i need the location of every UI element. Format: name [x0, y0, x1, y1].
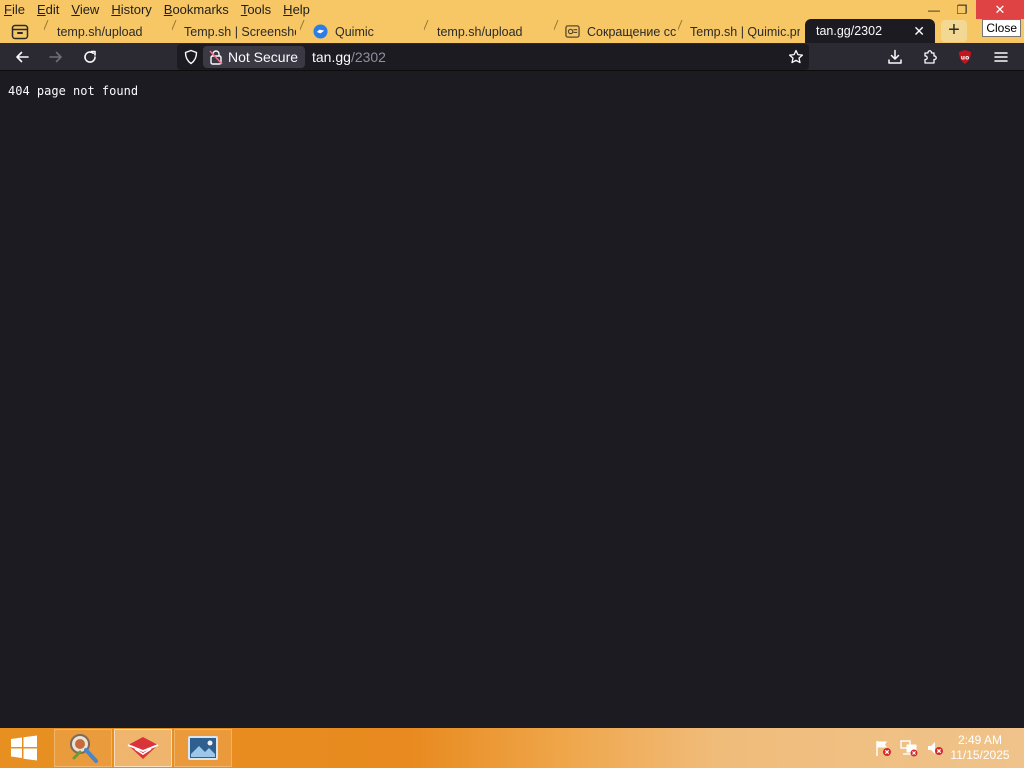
not-secure-indicator[interactable]: Not Secure: [203, 46, 306, 68]
photo-viewer-icon: [188, 736, 218, 760]
tab-title: Quimic: [335, 24, 374, 39]
url-bar[interactable]: Not Secure tan.gg/2302: [177, 44, 809, 70]
taskbar-app-2[interactable]: [114, 729, 172, 767]
tab-title: Сокращение сс: [587, 24, 676, 39]
tracking-protection-button[interactable]: [181, 47, 201, 67]
shield-icon: [184, 49, 198, 65]
tab-list-button[interactable]: [7, 21, 33, 43]
app-menu-button[interactable]: [988, 45, 1014, 69]
menu-help[interactable]: Help: [283, 0, 310, 19]
magnifier-tool-icon: [70, 734, 98, 763]
taskbar: 2:49 AM 11/15/2025: [0, 728, 1024, 768]
tab-title: temp.sh/upload: [57, 24, 143, 39]
shortener-icon: [564, 24, 580, 40]
close-tooltip: Close: [982, 19, 1021, 37]
insecure-lock-icon: [209, 49, 223, 65]
menu-tools[interactable]: Tools: [241, 0, 271, 19]
navigation-toolbar: Not Secure tan.gg/2302 uo: [0, 43, 1024, 71]
page-content: 404 page not found: [0, 72, 1024, 728]
menu-file[interactable]: File: [4, 0, 25, 19]
security-label: Not Secure: [228, 49, 299, 65]
menu-edit[interactable]: Edit: [37, 0, 59, 19]
tab-2[interactable]: Temp.sh | Screensho: [172, 20, 296, 43]
tab-6[interactable]: Temp.sh | Quimic.pr: [678, 20, 800, 43]
tab-title: temp.sh/upload: [437, 24, 523, 39]
menu-bookmarks[interactable]: Bookmarks: [164, 0, 229, 19]
minimize-button[interactable]: —: [920, 0, 948, 19]
title-bar: File Edit View History Bookmarks Tools H…: [0, 0, 1024, 43]
tab-title: tan.gg/2302: [816, 24, 883, 38]
svg-text:uo: uo: [961, 55, 969, 62]
extensions-button[interactable]: [917, 45, 943, 69]
download-icon: [888, 49, 902, 64]
tab-3[interactable]: Quimic: [300, 20, 424, 43]
tab-active[interactable]: tan.gg/2302 ✕: [805, 19, 935, 43]
system-tray: [872, 738, 950, 758]
reload-button[interactable]: [77, 45, 103, 69]
ublock-origin-icon: uo: [959, 50, 971, 64]
clock-time: 2:49 AM: [957, 733, 1003, 747]
url-path: /2302: [350, 49, 386, 65]
tab-4[interactable]: temp.sh/upload: [424, 20, 548, 43]
menu-view[interactable]: View: [71, 0, 99, 19]
url-text[interactable]: tan.gg/2302: [312, 48, 386, 66]
arrow-left-icon: [16, 51, 29, 63]
puzzle-icon: [924, 50, 937, 64]
menu-bar: File Edit View History Bookmarks Tools H…: [0, 0, 322, 19]
volume-muted-icon[interactable]: [924, 738, 946, 758]
start-button[interactable]: [0, 728, 48, 768]
arrow-right-icon: [49, 51, 62, 63]
new-tab-button[interactable]: +: [941, 20, 967, 42]
tab-list-icon: [11, 24, 29, 40]
close-button[interactable]: ✕: [976, 0, 1024, 19]
ublock-origin-button[interactable]: uo: [952, 45, 978, 69]
forward-button[interactable]: [43, 45, 69, 69]
quimic-icon: [312, 24, 328, 40]
page-body-text: 404 page not found: [8, 84, 139, 98]
tab-title: Temp.sh | Screensho: [184, 24, 296, 39]
windows-logo-icon: [11, 735, 37, 761]
back-button[interactable]: [9, 45, 35, 69]
taskbar-app-3[interactable]: [174, 729, 232, 767]
tab-strip: temp.sh/upload Temp.sh | Screensho Quimi…: [0, 19, 1024, 43]
menu-history[interactable]: History: [111, 0, 151, 19]
network-icon[interactable]: [898, 738, 920, 758]
url-host: tan.gg: [312, 49, 351, 65]
bookmark-button[interactable]: [786, 47, 806, 67]
browser-app-icon: [127, 737, 159, 759]
tab-1[interactable]: temp.sh/upload: [44, 20, 168, 43]
restore-button[interactable]: ❐: [948, 0, 976, 19]
action-center-flag-icon[interactable]: [872, 738, 894, 758]
tab-5[interactable]: Сокращение сс: [554, 20, 676, 43]
taskbar-clock[interactable]: 2:49 AM 11/15/2025: [946, 733, 1014, 763]
clock-date: 11/15/2025: [950, 748, 1010, 762]
tab-title: Temp.sh | Quimic.pr: [690, 24, 800, 39]
star-icon: [788, 49, 804, 64]
downloads-button[interactable]: [882, 45, 908, 69]
window-controls: — ❐ ✕: [920, 0, 1024, 19]
reload-icon: [84, 50, 96, 63]
close-tab-icon[interactable]: ✕: [913, 23, 925, 40]
taskbar-app-1[interactable]: [54, 729, 112, 767]
hamburger-menu-icon: [994, 52, 1008, 62]
